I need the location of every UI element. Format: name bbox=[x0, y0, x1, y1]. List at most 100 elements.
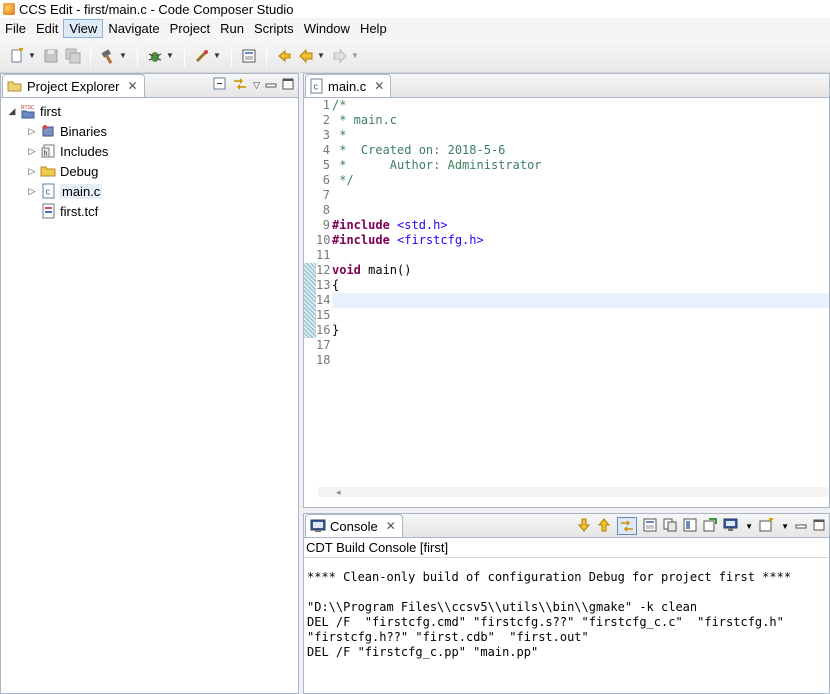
minimize-icon[interactable] bbox=[265, 78, 277, 93]
project-explorer-tools: ▽ bbox=[213, 77, 294, 94]
save-all-icon[interactable] bbox=[64, 47, 82, 65]
code-line[interactable]: 4 * Created on: 2018-5-6 bbox=[323, 143, 829, 158]
menu-navigate[interactable]: Navigate bbox=[103, 19, 164, 38]
open-console-dropdown-icon[interactable]: ▼ bbox=[781, 522, 789, 531]
code-line[interactable]: 6 */ bbox=[323, 173, 829, 188]
close-icon[interactable]: ✕ bbox=[374, 79, 384, 93]
display-console-dropdown-icon[interactable]: ▼ bbox=[745, 522, 753, 531]
scroll-down-icon[interactable] bbox=[577, 518, 591, 535]
open-perspective-icon[interactable] bbox=[240, 47, 258, 65]
code-text: <std.h> bbox=[389, 218, 448, 232]
tree-item-debug[interactable]: ▷ Debug bbox=[7, 161, 298, 181]
tree-item-main-c[interactable]: ▷ c main.c bbox=[7, 181, 298, 201]
code-line[interactable]: 14 bbox=[316, 293, 829, 308]
code-line[interactable]: 13{ bbox=[316, 278, 829, 293]
tree-root-first[interactable]: ◢ RTSC first bbox=[7, 101, 298, 121]
tab-project-explorer-label: Project Explorer bbox=[27, 78, 120, 94]
line-number: 17 bbox=[316, 338, 331, 352]
tree-item-label: Debug bbox=[60, 163, 99, 179]
new-dropdown-icon[interactable]: ▼ bbox=[28, 51, 36, 60]
code-line[interactable]: 1/* bbox=[323, 98, 829, 113]
close-icon[interactable]: ✕ bbox=[127, 79, 137, 93]
menu-run[interactable]: Run bbox=[215, 19, 249, 38]
maximize-icon[interactable] bbox=[813, 519, 825, 534]
build-hammer-icon[interactable] bbox=[99, 47, 117, 65]
back-arrow-icon[interactable] bbox=[297, 47, 315, 65]
title-bar: CCS Edit - first/main.c - Code Composer … bbox=[0, 0, 830, 18]
back-dropdown-icon[interactable]: ▼ bbox=[317, 51, 325, 60]
new-file-icon[interactable] bbox=[8, 47, 26, 65]
menu-help[interactable]: Help bbox=[355, 19, 392, 38]
code-line[interactable]: 8 bbox=[323, 203, 829, 218]
tree-item-binaries[interactable]: ▷ Binaries bbox=[7, 121, 298, 141]
code-line[interactable]: 9 #include <std.h> bbox=[323, 218, 829, 233]
code-area[interactable]: 1/* 2 * main.c 3 * 4 * Created on: 2018-5-6… bbox=[316, 98, 829, 497]
code-line[interactable]: 7 bbox=[323, 188, 829, 203]
collapse-all-icon[interactable] bbox=[213, 77, 227, 94]
expanded-arrow-icon[interactable]: ◢ bbox=[7, 106, 17, 117]
code-line[interactable]: 3 * bbox=[323, 128, 829, 143]
line-number: 11 bbox=[316, 248, 331, 262]
scroll-up-icon[interactable] bbox=[597, 517, 611, 535]
code-editor[interactable]: 1/* 2 * main.c 3 * 4 * Created on: 2018-5-6… bbox=[304, 98, 829, 497]
code-line[interactable]: 17 bbox=[316, 338, 829, 353]
menu-edit[interactable]: Edit bbox=[31, 19, 63, 38]
collapsed-arrow-icon[interactable]: ▷ bbox=[27, 186, 37, 197]
code-line[interactable]: 16} bbox=[316, 323, 829, 338]
tab-console[interactable]: Console ✕ bbox=[305, 514, 403, 537]
main-toolbar: ▼ ▼ ▼ ▼ ▼ ▼ bbox=[0, 39, 830, 73]
project-explorer-tabbar: Project Explorer ✕ ▽ bbox=[1, 74, 298, 98]
code-line[interactable]: 15 bbox=[316, 308, 829, 323]
scroll-lock-icon[interactable] bbox=[617, 517, 638, 535]
flash-tool-icon[interactable] bbox=[193, 47, 211, 65]
console-output[interactable]: **** Clean-only build of configuration D… bbox=[304, 558, 829, 660]
tab-main-c[interactable]: c main.c ✕ bbox=[305, 74, 392, 97]
display-console-icon[interactable] bbox=[723, 518, 739, 535]
tab-project-explorer[interactable]: Project Explorer ✕ bbox=[2, 74, 145, 97]
clear-console-icon[interactable] bbox=[683, 518, 697, 535]
line-number: 5 bbox=[322, 158, 330, 172]
menu-file[interactable]: File bbox=[0, 19, 31, 38]
copy-console-icon[interactable] bbox=[663, 518, 677, 535]
debug-dropdown-icon[interactable]: ▼ bbox=[166, 51, 174, 60]
code-keyword: void bbox=[332, 263, 361, 277]
pin-console-icon[interactable] bbox=[643, 518, 657, 535]
toolbar-separator bbox=[266, 44, 267, 67]
horizontal-scrollbar[interactable]: ◂ bbox=[318, 487, 829, 497]
last-edit-icon[interactable] bbox=[275, 47, 293, 65]
code-line[interactable]: 2 * main.c bbox=[323, 113, 829, 128]
tree-item-label: Includes bbox=[60, 143, 109, 159]
menu-view[interactable]: View bbox=[63, 19, 104, 38]
menu-scripts[interactable]: Scripts bbox=[249, 19, 299, 38]
code-line[interactable]: 18 bbox=[316, 353, 829, 368]
menu-project[interactable]: Project bbox=[165, 19, 215, 38]
console-line: "D:\\Program Files\\ccsv5\\utils\\bin\\g… bbox=[307, 600, 698, 614]
collapsed-arrow-icon[interactable]: ▷ bbox=[27, 166, 37, 177]
view-menu-icon[interactable]: ▽ bbox=[253, 80, 260, 91]
code-line[interactable]: 12 void main() bbox=[316, 263, 829, 278]
close-icon[interactable]: ✕ bbox=[386, 519, 396, 533]
word-wrap-icon[interactable] bbox=[703, 517, 718, 535]
minimize-icon[interactable] bbox=[795, 519, 807, 534]
save-icon[interactable] bbox=[42, 47, 60, 65]
menu-window[interactable]: Window bbox=[299, 19, 355, 38]
debug-bug-icon[interactable] bbox=[146, 47, 164, 65]
code-line[interactable]: 11 bbox=[316, 248, 829, 263]
forward-arrow-icon[interactable] bbox=[331, 47, 349, 65]
collapsed-arrow-icon[interactable]: ▷ bbox=[27, 126, 37, 137]
flash-dropdown-icon[interactable]: ▼ bbox=[213, 51, 221, 60]
tree-item-includes[interactable]: ▷ h Includes bbox=[7, 141, 298, 161]
forward-dropdown-icon[interactable]: ▼ bbox=[351, 51, 359, 60]
collapsed-arrow-icon[interactable]: ▷ bbox=[27, 146, 37, 157]
toolbar-separator bbox=[184, 44, 185, 67]
maximize-icon[interactable] bbox=[282, 78, 294, 93]
build-dropdown-icon[interactable]: ▼ bbox=[119, 51, 127, 60]
open-console-icon[interactable] bbox=[759, 516, 775, 535]
code-line[interactable]: 10 #include <firstcfg.h> bbox=[316, 233, 829, 248]
tree-item-first-tcf[interactable]: first.tcf bbox=[7, 201, 298, 221]
project-explorer-icon bbox=[7, 78, 23, 94]
code-line[interactable]: 5 * Author: Administrator bbox=[323, 158, 829, 173]
change-marker bbox=[304, 263, 316, 338]
link-with-editor-icon[interactable] bbox=[232, 77, 248, 94]
console-line: DEL /F "firstcfg_c.pp" "main.pp" bbox=[307, 645, 539, 659]
